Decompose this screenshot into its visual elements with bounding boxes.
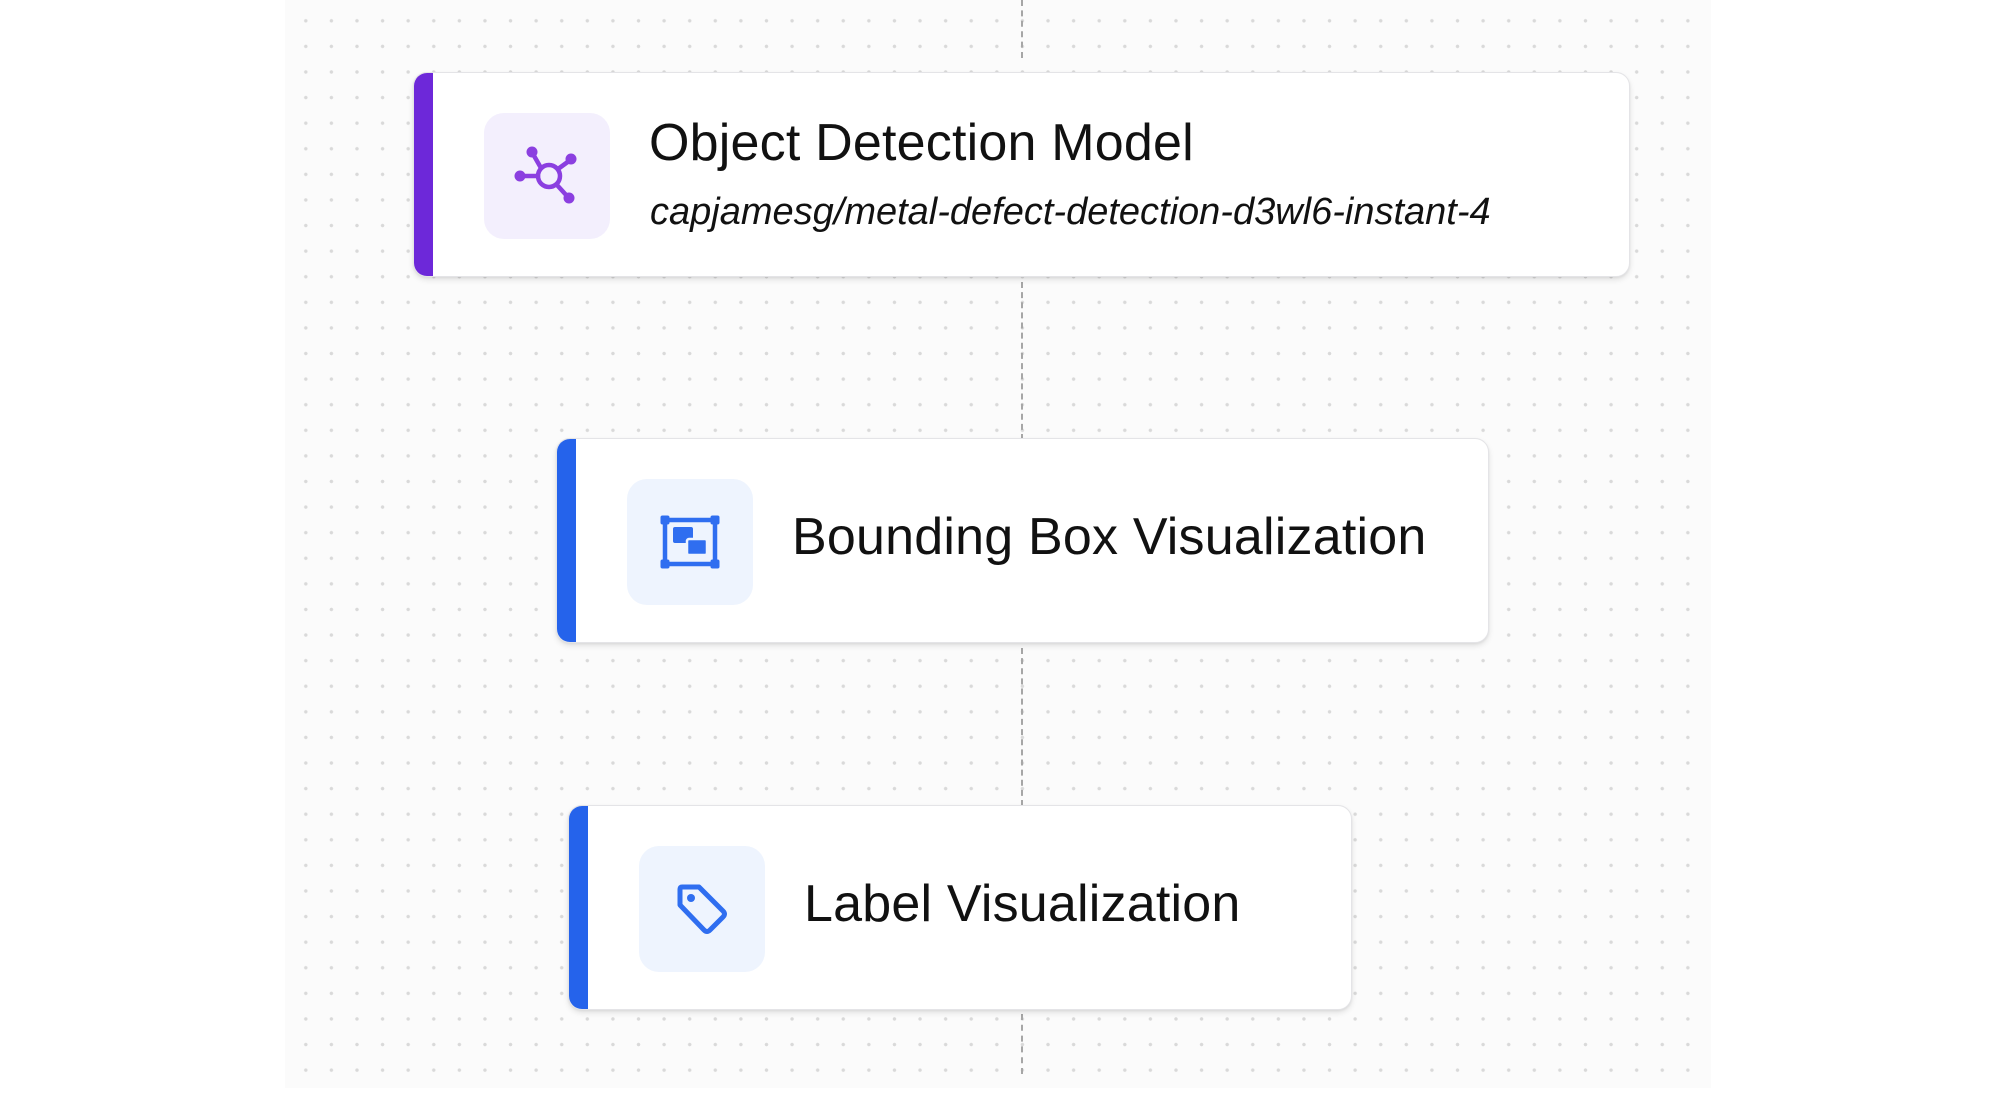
node-label-visualization[interactable]: Label Visualization: [568, 805, 1352, 1010]
icon-tile: [484, 113, 610, 239]
node-title: Label Visualization: [804, 875, 1241, 933]
connector-top: [1021, 0, 1023, 58]
connector-bottom: [1021, 1014, 1023, 1074]
node-accent-bar: [414, 73, 433, 276]
node-title: Bounding Box Visualization: [792, 508, 1427, 566]
bounding-box-icon: [660, 515, 720, 569]
icon-tile: [627, 479, 753, 605]
node-accent-bar: [557, 439, 576, 642]
connector-bbox-to-label: [1021, 648, 1023, 806]
connector-model-to-bbox: [1021, 282, 1023, 440]
tag-icon: [677, 884, 727, 934]
network-graph-icon: [514, 146, 577, 204]
node-accent-bar: [569, 806, 588, 1009]
node-subtitle-model-id: capjamesg/metal-defect-detection-d3wl6-i…: [650, 191, 1491, 233]
icon-tile: [639, 846, 765, 972]
node-object-detection-model[interactable]: Object Detection Model capjamesg/metal-d…: [413, 72, 1630, 277]
node-bounding-box-visualization[interactable]: Bounding Box Visualization: [556, 438, 1489, 643]
node-title: Object Detection Model: [649, 114, 1194, 172]
